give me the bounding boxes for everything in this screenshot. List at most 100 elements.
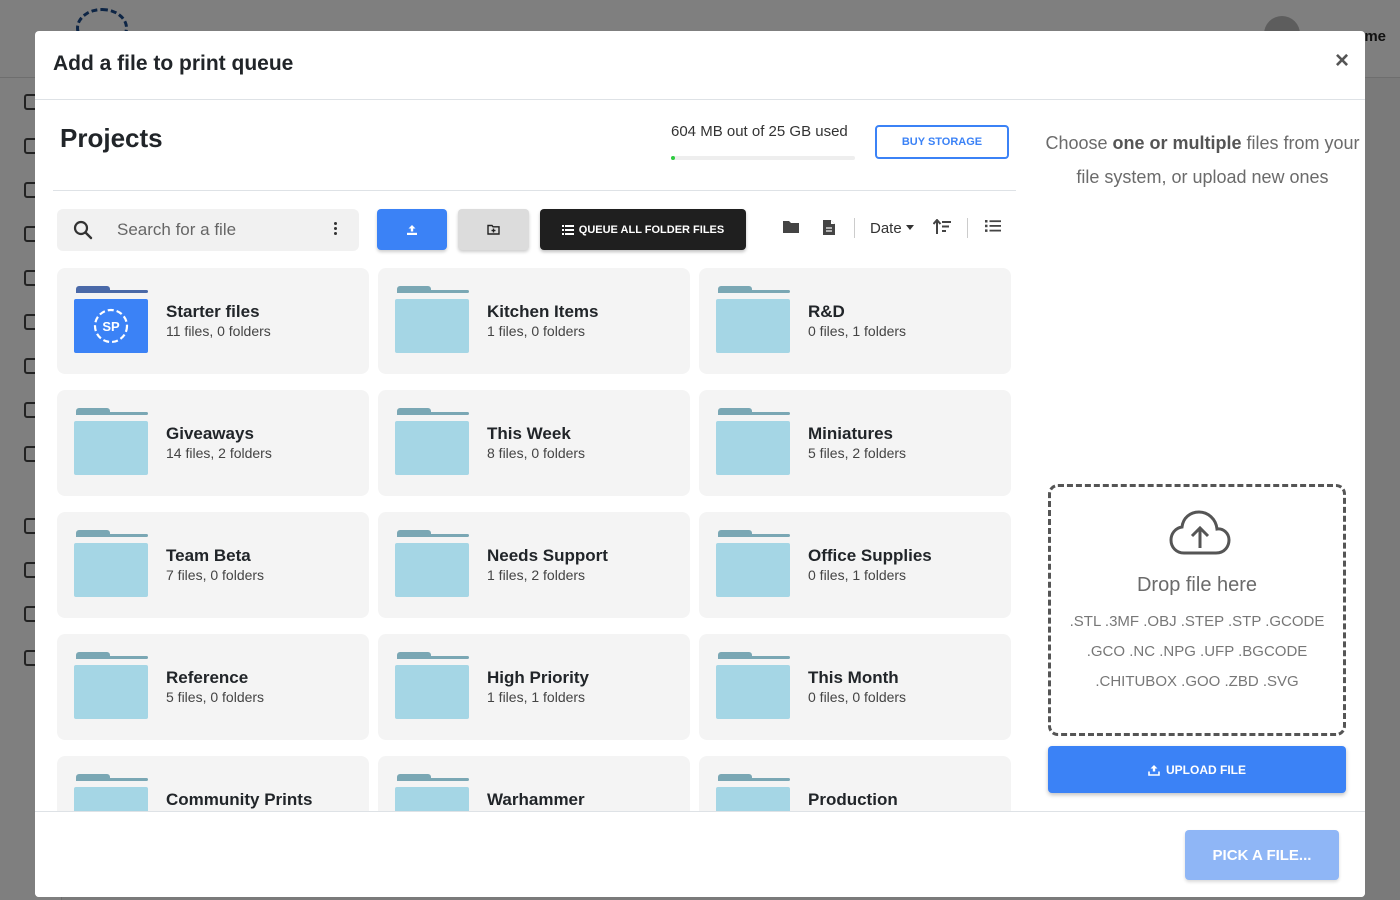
folder-icon: [74, 530, 148, 597]
folder-icon: [395, 652, 469, 719]
starter-folder-icon: SP: [74, 286, 148, 353]
hint-text: Choose: [1045, 133, 1113, 153]
storage-progress-fill: [671, 156, 676, 160]
sort-label: Date: [870, 220, 902, 237]
folder-name: Starter files: [166, 302, 260, 321]
page-title: Projects: [60, 123, 163, 153]
folder-meta: 8 files, 0 folders: [487, 445, 586, 461]
folder-name: R&D: [808, 302, 845, 321]
hint-emphasis: one or multiple: [1112, 133, 1242, 153]
folder-meta: 7 files, 0 folders: [166, 567, 265, 583]
list-icon: [561, 224, 574, 235]
queue-all-folder-files-button[interactable]: QUEUE ALL FOLDER FILES: [540, 209, 746, 250]
folder-meta: 1 files, 1 folders: [487, 689, 586, 705]
folder-icon: [74, 774, 148, 812]
storage-progress-bar: [671, 156, 855, 160]
more-options-icon[interactable]: [334, 221, 337, 236]
search-icon: [57, 220, 99, 240]
file-dropzone[interactable]: Drop file here .STL .3MF .OBJ .STEP .STP…: [1048, 484, 1346, 736]
folder-name: This Week: [487, 424, 571, 443]
folder-icon: [74, 408, 148, 475]
folder-meta: 14 files, 2 folders: [166, 445, 272, 461]
buy-storage-button[interactable]: BUY STORAGE: [875, 125, 1009, 159]
folder-card[interactable]: R&D 0 files, 1 folders: [699, 268, 1011, 374]
folder-plus-icon: [487, 224, 500, 235]
modal-header: Add a file to print queue ×: [35, 31, 1365, 100]
upload-icon: [1148, 764, 1160, 776]
folder-icon: [716, 286, 790, 353]
file-browser: Projects 604 MB out of 25 GB used BUY ST…: [35, 101, 1025, 812]
folder-meta: 5 files, 0 folders: [166, 689, 265, 705]
folder-meta: 0 files, 1 folders: [808, 567, 907, 583]
folder-card[interactable]: This Week 8 files, 0 folders: [378, 390, 690, 496]
folder-meta: 1 files, 2 folders: [487, 567, 586, 583]
toolbar-separator: [967, 218, 968, 238]
folder-icon: [716, 774, 790, 812]
close-button[interactable]: ×: [1335, 49, 1349, 73]
divider: [53, 190, 1016, 191]
pick-file-button[interactable]: PICK A FILE...: [1185, 830, 1339, 880]
queue-all-label: QUEUE ALL FOLDER FILES: [578, 223, 725, 236]
folder-name: Miniatures: [808, 424, 894, 443]
folder-icon: [395, 530, 469, 597]
folder-icon: [395, 408, 469, 475]
folder-meta: 5 files, 2 folders: [808, 445, 907, 461]
cloud-upload-icon: [1169, 509, 1231, 564]
folder-filter-icon[interactable]: [782, 219, 800, 240]
folder-name: Kitchen Items: [487, 302, 599, 321]
folder-name: High Priority: [487, 668, 590, 687]
folder-card[interactable]: Warhammer: [378, 756, 690, 812]
upload-file-button[interactable]: [377, 209, 447, 250]
formats-line: .STL .3MF .OBJ .STEP .STP .GCODE: [1069, 613, 1325, 630]
svg-text:SP: SP: [102, 319, 120, 334]
folder-name: Warhammer: [487, 790, 585, 809]
folder-icon: [395, 286, 469, 353]
folder-card[interactable]: Community Prints: [57, 756, 369, 812]
modal-title: Add a file to print queue: [53, 52, 294, 75]
folder-card[interactable]: Reference 5 files, 0 folders: [57, 634, 369, 740]
folder-icon: [716, 408, 790, 475]
folder-name: Team Beta: [166, 546, 251, 565]
folder-card[interactable]: This Month 0 files, 0 folders: [699, 634, 1011, 740]
folder-name: Reference: [166, 668, 249, 687]
new-folder-button[interactable]: [458, 209, 529, 250]
toolbar-separator: [854, 218, 855, 238]
modal-footer: PICK A FILE...: [35, 811, 1365, 897]
sort-direction-icon[interactable]: [932, 218, 951, 240]
folder-card[interactable]: Kitchen Items 1 files, 0 folders: [378, 268, 690, 374]
folder-icon: [395, 774, 469, 812]
search-input[interactable]: [117, 220, 317, 240]
upload-pane: Choose one or multiple files from your f…: [1035, 101, 1365, 812]
folder-meta: 0 files, 0 folders: [808, 689, 907, 705]
supported-formats: .STL .3MF .OBJ .STEP .STP .GCODE .GCO .N…: [1061, 607, 1333, 697]
drop-title: Drop file here: [1136, 574, 1258, 596]
print-queue-modal: Add a file to print queue × Projects 604…: [35, 31, 1365, 897]
storage-usage-text: 604 MB out of 25 GB used: [671, 123, 848, 140]
folder-meta: 11 files, 0 folders: [166, 323, 271, 339]
folder-card[interactable]: Team Beta 7 files, 0 folders: [57, 512, 369, 618]
folder-meta: 1 files, 0 folders: [487, 323, 586, 339]
folder-icon: [716, 530, 790, 597]
upload-hint: Choose one or multiple files from your f…: [1045, 126, 1360, 194]
sort-dropdown[interactable]: Date: [870, 220, 914, 237]
list-view-icon[interactable]: [985, 219, 1001, 238]
folder-card[interactable]: SP Starter files 11 files, 0 folders: [57, 268, 369, 374]
folder-card[interactable]: Needs Support 1 files, 2 folders: [378, 512, 690, 618]
file-filter-icon[interactable]: [822, 219, 836, 241]
folder-name: Needs Support: [487, 546, 608, 565]
folder-card[interactable]: Office Supplies 0 files, 1 folders: [699, 512, 1011, 618]
upload-file-main-button[interactable]: UPLOAD FILE: [1048, 746, 1346, 793]
upload-label: UPLOAD FILE: [1166, 762, 1246, 777]
folder-card[interactable]: High Priority 1 files, 1 folders: [378, 634, 690, 740]
folder-name: Giveaways: [166, 424, 254, 443]
sp-logo-icon: SP: [93, 308, 129, 344]
folder-card[interactable]: Giveaways 14 files, 2 folders: [57, 390, 369, 496]
folder-name: Production: [808, 790, 898, 809]
upload-icon: [407, 224, 417, 235]
folder-meta: 0 files, 1 folders: [808, 323, 907, 339]
folder-name: Community Prints: [166, 790, 313, 809]
folder-card[interactable]: Production: [699, 756, 1011, 812]
folder-card[interactable]: Miniatures 5 files, 2 folders: [699, 390, 1011, 496]
folder-name: Office Supplies: [808, 546, 932, 565]
formats-line: .CHITUBOX .GOO .ZBD .SVG: [1095, 673, 1299, 690]
